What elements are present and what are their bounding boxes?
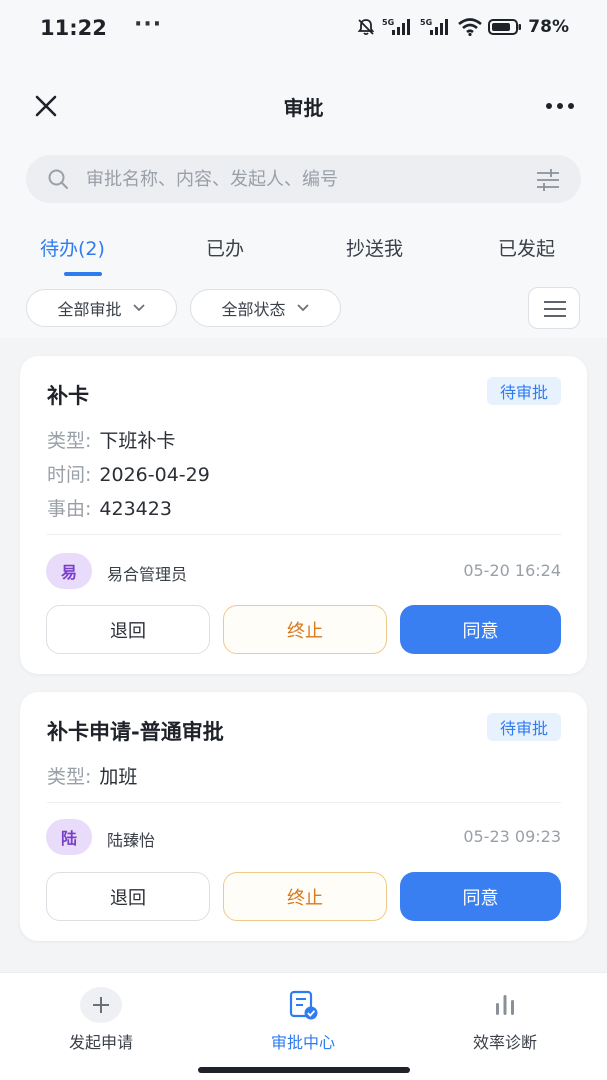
signal-2-label: 5G: [420, 18, 432, 27]
status-badge: 待审批: [486, 377, 561, 405]
nav-label: 审批中心: [270, 1033, 335, 1052]
tab-done[interactable]: 已办: [206, 234, 244, 261]
approval-card[interactable]: 补卡 待审批 类型: 下班补卡 时间: 2026-04-29 事由: 423423 易…: [20, 356, 587, 674]
chevron-down-icon: [296, 304, 309, 312]
tab-cc-me[interactable]: 抄送我: [346, 234, 403, 261]
tab-bar: 待办(2) 已办 抄送我 已发起: [0, 228, 607, 278]
list-menu-button[interactable]: [528, 287, 580, 329]
status-dots: ···: [134, 12, 163, 37]
field-label: 类型:: [47, 766, 92, 788]
signal-icon-2: 5G: [420, 17, 452, 37]
field-value: 下班补卡: [99, 430, 176, 452]
menu-lines-icon: [544, 301, 566, 317]
chevron-down-icon: [132, 304, 145, 312]
bottom-nav: 发起申请 审批中心 效率诊断: [0, 972, 607, 1080]
nav-bar: 审批: [0, 72, 607, 138]
signal-icon: 5G: [382, 17, 414, 37]
status-filter-label: 全部状态: [221, 300, 286, 319]
return-button[interactable]: 退回: [46, 872, 210, 921]
nav-approval-center[interactable]: 审批中心: [238, 987, 368, 1057]
active-tab-indicator: [64, 272, 102, 276]
approval-type-label: 全部审批: [57, 300, 122, 319]
more-dots-icon: [546, 103, 574, 109]
card-field-reason: 事由: 423423: [47, 494, 172, 521]
search-bar: [26, 155, 581, 203]
agree-button[interactable]: 同意: [400, 872, 561, 921]
field-value: 加班: [99, 766, 138, 788]
status-icons: 5G 5G 78%: [356, 17, 569, 37]
status-bar: 11:22 ··· 5G 5G 78%: [0, 0, 607, 60]
plus-icon: [80, 987, 122, 1023]
wifi-icon: [458, 18, 483, 36]
field-value: 2026-04-29: [99, 464, 210, 486]
return-button[interactable]: 退回: [46, 605, 210, 654]
avatar: 陆: [46, 819, 92, 855]
card-divider: [47, 534, 561, 535]
card-title: 补卡申请-普通审批: [47, 720, 224, 744]
tab-pending[interactable]: 待办(2): [40, 234, 105, 261]
nav-efficiency[interactable]: 效率诊断: [440, 987, 570, 1057]
applicant-name: 陆臻怡: [107, 831, 156, 850]
avatar: 易: [46, 553, 92, 589]
submit-time: 05-23 09:23: [463, 827, 561, 846]
nav-label: 效率诊断: [472, 1033, 537, 1052]
filter-sliders-icon[interactable]: [535, 167, 561, 193]
nav-label: 发起申请: [68, 1033, 133, 1052]
battery-icon: [488, 18, 522, 36]
applicant-name: 易合管理员: [107, 565, 188, 584]
status-time: 11:22: [40, 16, 107, 40]
approval-type-dropdown[interactable]: 全部审批: [26, 289, 177, 327]
field-label: 时间:: [47, 464, 92, 486]
more-button[interactable]: [543, 90, 577, 122]
approval-doc-icon: [282, 987, 324, 1023]
signal-1-label: 5G: [382, 18, 394, 27]
page-title: 审批: [283, 96, 324, 120]
status-dropdown[interactable]: 全部状态: [190, 289, 341, 327]
field-label: 类型:: [47, 430, 92, 452]
home-indicator: [198, 1067, 410, 1073]
nav-new-request[interactable]: 发起申请: [36, 987, 166, 1057]
search-icon: [48, 169, 68, 189]
terminate-button[interactable]: 终止: [223, 872, 387, 921]
agree-button[interactable]: 同意: [400, 605, 561, 654]
bar-chart-icon: [484, 987, 526, 1023]
card-field-type: 类型: 加班: [47, 762, 137, 789]
mute-bell-icon: [356, 17, 376, 37]
tab-initiated[interactable]: 已发起: [498, 234, 555, 261]
card-title: 补卡: [47, 384, 89, 408]
field-value: 423423: [99, 498, 172, 520]
field-label: 事由:: [47, 498, 92, 520]
battery-percent: 78%: [528, 17, 569, 37]
card-divider: [47, 802, 561, 803]
approval-card[interactable]: 补卡申请-普通审批 待审批 类型: 加班 陆 陆臻怡 05-23 09:23 退回…: [20, 692, 587, 941]
card-field-time: 时间: 2026-04-29: [47, 460, 210, 487]
card-field-type: 类型: 下班补卡: [47, 426, 175, 453]
search-input[interactable]: [86, 155, 526, 203]
terminate-button[interactable]: 终止: [223, 605, 387, 654]
status-badge: 待审批: [486, 713, 561, 741]
submit-time: 05-20 16:24: [463, 561, 561, 580]
